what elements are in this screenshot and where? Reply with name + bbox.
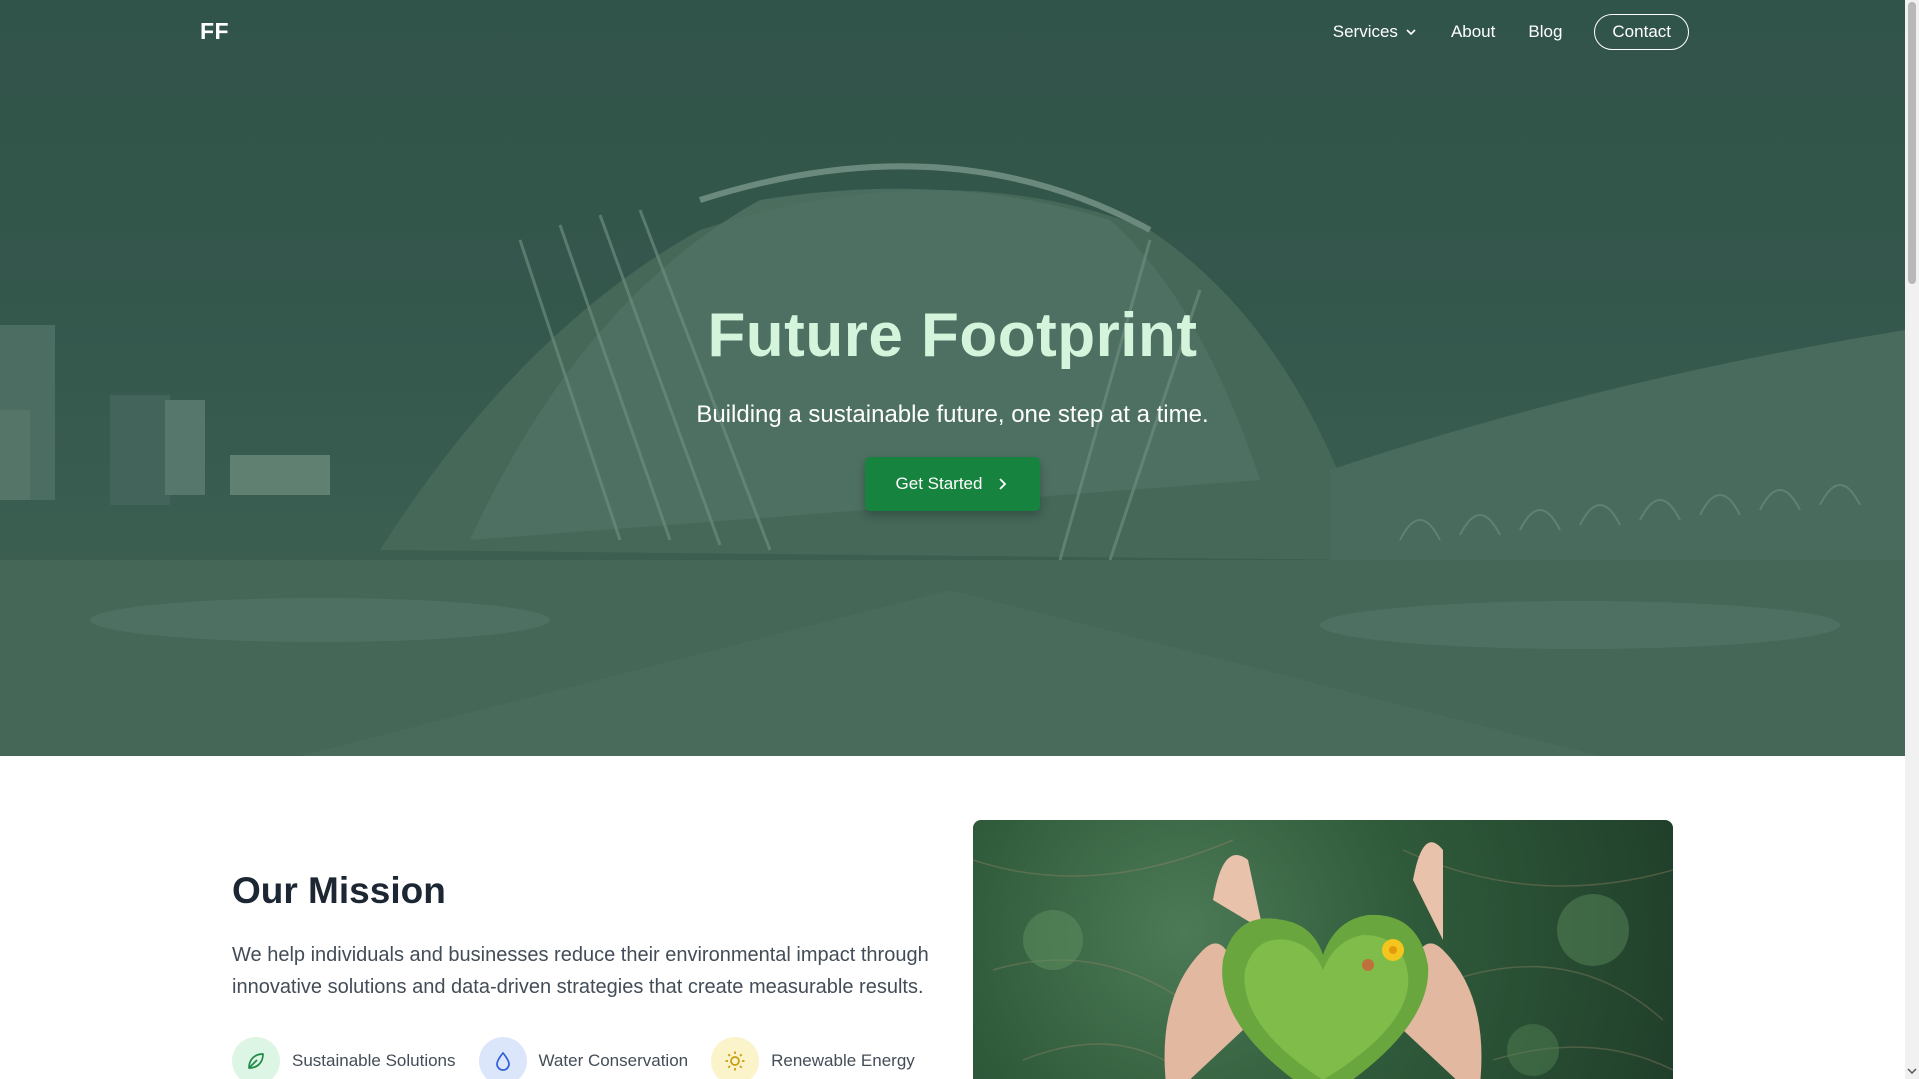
feature-renewable-energy: Renewable Energy (711, 1037, 915, 1079)
chevron-right-icon (999, 478, 1007, 490)
page-scrollbar[interactable] (1905, 0, 1919, 1079)
get-started-button[interactable]: Get Started (864, 457, 1041, 511)
mission-image (973, 820, 1673, 1079)
feature-sustainable-solutions: Sustainable Solutions (232, 1037, 456, 1079)
get-started-label: Get Started (895, 474, 983, 493)
hands-with-moss-heart-image (973, 839, 1673, 1079)
feature-label: Sustainable Solutions (292, 1051, 456, 1070)
mission-features: Sustainable Solutions Water Conservation (232, 1037, 938, 1079)
mission-title: Our Mission (232, 870, 446, 911)
chevron-down-icon (1406, 29, 1416, 36)
feature-label: Water Conservation (538, 1051, 689, 1070)
nav-about[interactable]: About (1451, 22, 1495, 42)
nav-links: Services About Blog Contact (1333, 14, 1689, 50)
nav-blog[interactable]: Blog (1528, 22, 1562, 42)
nav-services-label: Services (1332, 22, 1398, 41)
water-drop-icon (478, 1037, 527, 1079)
feature-water-conservation: Water Conservation (478, 1037, 689, 1079)
feature-label: Renewable Energy (771, 1051, 915, 1070)
top-navigation: FF Services About Blog Contact (0, 0, 1905, 64)
leaf-icon (232, 1037, 280, 1079)
sun-icon (711, 1037, 760, 1079)
scroll-down-arrow-icon[interactable] (1907, 1066, 1917, 1076)
site-logo[interactable]: FF (200, 18, 229, 45)
contact-button[interactable]: Contact (1594, 14, 1689, 50)
hero-title: Future Footprint (707, 301, 1198, 370)
hero-section: FF Services About Blog Contact Future Fo… (0, 0, 1905, 756)
hero-content: Future Footprint Building a sustainable … (0, 300, 1905, 511)
mission-text: Our Mission We help individuals and busi… (232, 870, 952, 1003)
nav-services[interactable]: Services (1333, 22, 1418, 42)
mission-description: We help individuals and businesses reduc… (232, 944, 929, 998)
hero-subtitle: Building a sustainable future, one step … (696, 401, 1209, 428)
scrollbar-thumb[interactable] (1908, 2, 1916, 284)
